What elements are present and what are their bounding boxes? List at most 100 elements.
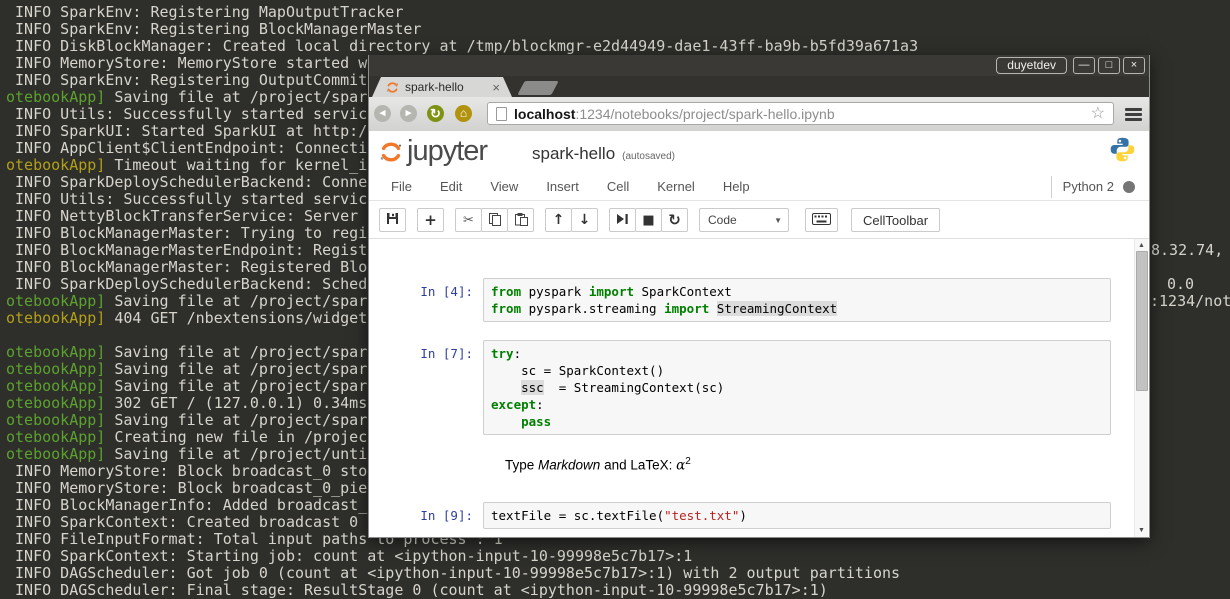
minimize-button[interactable]: — (1073, 57, 1095, 74)
terminal-line: otebookApp] Saving file at /project/unti (6, 445, 368, 463)
notebook-title[interactable]: spark-hello (autosaved) (532, 144, 675, 164)
paste-cell-button[interactable] (507, 208, 534, 232)
scrollbar[interactable]: ▲ ▼ (1134, 239, 1148, 537)
browser-toolbar: ◂ ▸ ↻ ⌂ localhost:1234/notebooks/project… (369, 97, 1149, 132)
terminal-line: otebookApp] Saving file at /project/spar (6, 292, 368, 310)
tab-strip: spark-hello × (369, 76, 1149, 97)
scroll-down-icon[interactable]: ▼ (1135, 527, 1148, 534)
jupyter-page: jupyter spark-hello (autosaved) File Edit V… (369, 131, 1149, 537)
jupyter-logo-text: jupyter (407, 135, 488, 167)
autosave-status: (autosaved) (622, 151, 675, 162)
restart-kernel-button[interactable]: ↻ (661, 208, 688, 232)
terminal-line: INFO DiskBlockManager: Created local dir… (6, 37, 919, 55)
close-icon: × (1130, 59, 1138, 71)
cell-prompt: In [9]: (420, 507, 473, 523)
move-up-button[interactable]: ↑ (545, 208, 572, 232)
maximize-button[interactable]: □ (1098, 57, 1120, 74)
keyboard-icon (812, 212, 831, 228)
save-icon (386, 212, 399, 228)
window-titlebar: duyetdev — □ × (369, 55, 1149, 76)
url-host: localhost (514, 105, 576, 122)
terminal-line: INFO MemoryStore: Block broadcast_0_pie (6, 479, 368, 497)
cut-cell-icon: ✂ (463, 213, 474, 228)
restart-kernel-icon: ↻ (668, 211, 681, 229)
code-editor[interactable]: try: sc = SparkContext() ssc = Streaming… (483, 340, 1111, 435)
screen: INFO SparkEnv: Registering MapOutputTrac… (0, 0, 1230, 599)
menu-help[interactable]: Help (723, 179, 750, 194)
kernel-busy-icon (1123, 180, 1135, 193)
reload-icon[interactable]: ↻ (427, 105, 444, 122)
terminal-line: INFO BlockManagerMaster: Trying to regi (6, 224, 368, 242)
add-cell-button[interactable]: + (417, 208, 444, 232)
cell-type-dropdown[interactable]: Code ▼ (699, 208, 789, 232)
cell-type-value: Code (708, 213, 737, 227)
stop-kernel-button[interactable]: ■ (635, 208, 662, 232)
menu-insert[interactable]: Insert (546, 179, 579, 194)
terminal-line: otebookApp] 302 GET / (127.0.0.1) 0.34ms (6, 394, 368, 412)
terminal-line: otebookApp] Saving file at /project/spar (6, 411, 368, 429)
code-editor[interactable]: from pyspark import SparkContext from py… (483, 278, 1111, 322)
terminal-line: INFO BlockManagerInfo: Added broadcast_ (6, 496, 368, 514)
cell-prompt: In [4]: (420, 284, 473, 299)
jupyter-logo[interactable]: jupyter (379, 135, 488, 168)
menu-file[interactable]: File (391, 179, 412, 194)
terminal-line: INFO MemoryStore: Block broadcast_0 sto (6, 462, 368, 480)
copy-cell-button[interactable] (481, 208, 508, 232)
scroll-up-icon[interactable]: ▲ (1135, 242, 1148, 249)
profile-badge: duyetdev (996, 57, 1067, 74)
terminal-line: INFO SparkDeploySchedulerBackend: Conne (6, 173, 368, 191)
menu-view[interactable]: View (490, 179, 518, 194)
terminal-line: INFO Utils: Successfully started servic (6, 190, 368, 208)
notebook-title-text: spark-hello (532, 144, 616, 163)
tab-close-icon[interactable]: × (492, 81, 500, 94)
cell-prompt: In [7]: (420, 346, 473, 361)
cut-cell-button[interactable]: ✂ (455, 208, 482, 232)
celltoolbar-button[interactable]: CellToolbar (851, 208, 941, 232)
address-bar[interactable]: localhost:1234/notebooks/project/spark-h… (487, 102, 1114, 125)
menu-edit[interactable]: Edit (440, 179, 462, 194)
save-button[interactable] (379, 208, 406, 232)
run-cell-button[interactable] (609, 208, 636, 232)
menu-cell[interactable]: Cell (607, 179, 629, 194)
browser-menu-icon[interactable] (1125, 108, 1142, 121)
minimize-icon: — (1078, 59, 1090, 71)
jupyter-logo-icon (379, 140, 403, 164)
close-button[interactable]: × (1123, 57, 1145, 74)
terminal-line: INFO SparkEnv: Registering BlockManagerM… (6, 20, 422, 38)
code-cell: In [4]: from pyspark import SparkContext … (369, 278, 1111, 322)
stop-kernel-icon: ■ (642, 213, 655, 228)
bookmark-star-icon[interactable]: ☆ (1091, 105, 1105, 122)
page-icon (496, 106, 507, 121)
scrollbar-thumb[interactable] (1136, 251, 1148, 391)
chevron-down-icon: ▼ (774, 215, 782, 225)
markdown-cell[interactable]: Type Markdown and LaTeX: α2 (369, 453, 1111, 475)
paste-cell-icon (514, 212, 528, 229)
terminal-line: INFO DAGScheduler: Final stage: ResultSt… (6, 581, 828, 599)
terminal-line-fragment: 8.32.74, (1151, 241, 1224, 259)
add-cell-icon: + (424, 211, 437, 229)
menu-kernel[interactable]: Kernel (657, 179, 695, 194)
home-icon[interactable]: ⌂ (455, 105, 472, 122)
notebook-menubar: File Edit View Insert Cell Kernel Help Python … (369, 173, 1149, 201)
url-path: :1234/notebooks/project/spark-hello.ipyn… (575, 105, 835, 122)
new-tab-button[interactable] (517, 81, 559, 95)
tab-spark-hello[interactable]: spark-hello × (372, 77, 512, 97)
terminal-line: INFO SparkEnv: Registering MapOutputTrac… (6, 3, 404, 21)
terminal-line: INFO SparkEnv: Registering OutputCommit (6, 71, 368, 89)
move-down-icon: ↓ (578, 212, 591, 228)
tab-title: spark-hello (405, 80, 464, 94)
kernel-indicator: Python 2 (1050, 175, 1135, 198)
code-editor[interactable]: textFile = sc.textFile("test.txt") (483, 501, 1111, 529)
move-down-button[interactable]: ↓ (571, 208, 598, 232)
code-cell: In [7]: try: sc = SparkContext() ssc = St… (369, 340, 1111, 435)
url-text: localhost:1234/notebooks/project/spark-h… (514, 106, 835, 122)
command-palette-button[interactable] (805, 208, 838, 232)
terminal-line: INFO BlockManagerMaster: Registered Blo (6, 258, 368, 276)
back-icon[interactable]: ◂ (374, 105, 391, 122)
terminal-line: otebookApp] Timeout waiting for kernel_i (6, 156, 368, 174)
terminal-line: otebookApp] Saving file at /project/spar (6, 377, 368, 395)
terminal-line: INFO MemoryStore: MemoryStore started w (6, 54, 368, 72)
maximize-icon: □ (1105, 59, 1113, 71)
terminal-line: otebookApp] Saving file at /project/spar (6, 343, 368, 361)
forward-icon[interactable]: ▸ (400, 105, 417, 122)
